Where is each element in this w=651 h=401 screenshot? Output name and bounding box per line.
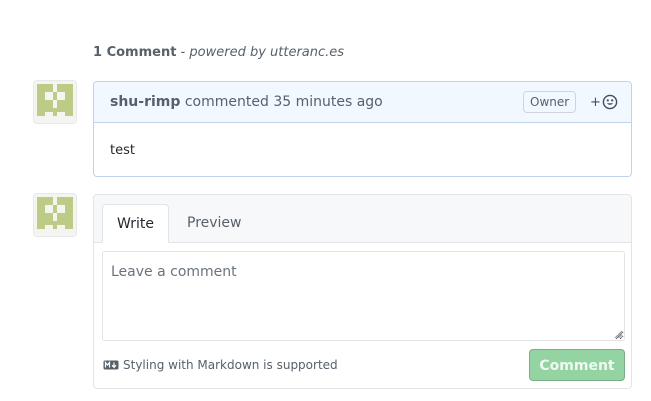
- comment-composer: Write Preview Styling with Markdown is s…: [93, 194, 632, 389]
- resize-handle-icon[interactable]: [613, 329, 623, 339]
- comment-body: test: [110, 143, 135, 158]
- comment-count: 1 Comment: [93, 45, 177, 60]
- powered-by-text: powered by: [189, 45, 271, 60]
- comment-meta: shu-rimp commented 35 minutes ago: [110, 94, 383, 110]
- markdown-note-text[interactable]: Styling with Markdown is supported: [123, 358, 338, 372]
- comment-action: commented: [184, 94, 269, 110]
- utterances-link[interactable]: utteranc.es: [270, 45, 344, 60]
- submit-comment-button[interactable]: Comment: [529, 349, 625, 381]
- identicon-icon: [34, 194, 76, 236]
- owner-badge: Owner: [523, 91, 577, 113]
- composer-tabs: Write Preview: [94, 195, 631, 243]
- comment-header: shu-rimp commented 35 minutes ago Owner …: [94, 82, 631, 123]
- markdown-note: Styling with Markdown is supported: [103, 358, 338, 372]
- tab-preview[interactable]: Preview: [171, 204, 258, 243]
- tab-write[interactable]: Write: [102, 204, 169, 243]
- add-reaction-button[interactable]: +: [589, 92, 619, 112]
- plus-label: +: [590, 94, 601, 110]
- comment-card: shu-rimp commented 35 minutes ago Owner …: [93, 81, 632, 177]
- identicon-icon: [34, 81, 76, 123]
- comment-input[interactable]: [102, 251, 625, 341]
- smiley-icon: [602, 94, 618, 110]
- avatar[interactable]: [34, 81, 76, 123]
- comments-header: 1 Comment - powered by utteranc.es: [93, 45, 344, 60]
- markdown-icon: [103, 360, 119, 370]
- avatar: [34, 194, 76, 236]
- comment-author[interactable]: shu-rimp: [110, 94, 180, 110]
- comments-widget: 1 Comment - powered by utteranc.es shu-r…: [0, 0, 651, 401]
- header-separator: -: [176, 45, 190, 60]
- comment-time[interactable]: 35 minutes ago: [273, 94, 382, 110]
